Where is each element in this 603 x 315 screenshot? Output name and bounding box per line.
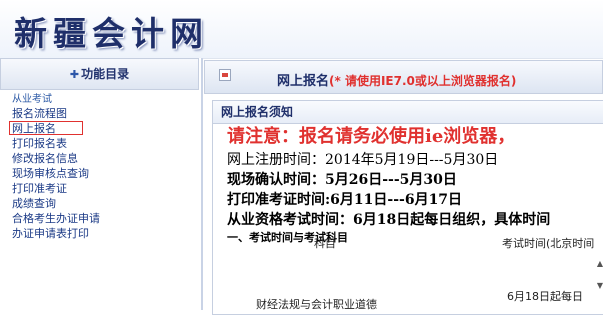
table-cell-time: 6月18日起每日 [507, 290, 583, 303]
sidebar: ✚ 功能目录 从业考试 报名流程图 网上报名 打印报名表 修改报名信息 现场审核点… [0, 58, 201, 310]
table-header-subject: 科目 [314, 237, 336, 250]
notice-panel: 网上报名须知 请注意：报名请务必使用ie浏览器， 网上注册时间：2014年5月1… [212, 100, 603, 315]
notice-body: 请注意：报名请务必使用ie浏览器， 网上注册时间：2014年5月19日---5月… [227, 123, 603, 246]
confirmation-time: 现场确认时间：5月26日---5月30日 [227, 172, 457, 188]
browser-warning: (* 请使用IE7.0或以上浏览器报名) [329, 74, 517, 88]
main-header: 网上报名(* 请使用IE7.0或以上浏览器报名) [204, 60, 603, 94]
table-header: 科目 考试时间(北京时间 [204, 232, 603, 252]
menu-item-review-sites[interactable]: 现场审核点查询 [12, 166, 200, 181]
page-title-text: 网上报名 [277, 74, 330, 89]
site-title: 新疆会计网 [14, 14, 209, 53]
main-content: 网上报名(* 请使用IE7.0或以上浏览器报名) 网上报名须知 请注意：报名请务… [204, 58, 603, 315]
table-row: 财经法规与会计职业道德 6月18日起每日 [204, 288, 603, 311]
menu-item-certificate-apply[interactable]: 合格考生办证申请 [12, 211, 200, 226]
sidebar-title: 功能目录 [81, 67, 130, 81]
table-header-time: 考试时间(北京时间 [502, 237, 595, 250]
arrow-icon: ✚ [69, 68, 80, 81]
menu-item-edit-info[interactable]: 修改报名信息 [12, 151, 200, 166]
alert-text: 请注意：报名请务必使用ie浏览器， [227, 126, 516, 147]
page-title: 网上报名(* 请使用IE7.0或以上浏览器报名) [277, 70, 516, 89]
menu-item-print-form[interactable]: 打印报名表 [12, 136, 200, 151]
menu-item-scores[interactable]: 成绩查询 [12, 196, 200, 211]
menu-item-print-application[interactable]: 办证申请表打印 [12, 226, 200, 241]
admission-print-time: 打印准考证时间:6月11日---6月17日 [227, 192, 463, 208]
divider [201, 58, 203, 310]
document-icon [219, 69, 231, 81]
scroll-down-icon[interactable]: ▼ [597, 281, 603, 290]
menu-item-print-admission[interactable]: 打印准考证 [12, 181, 200, 196]
menu-item-flowchart[interactable]: 报名流程图 [12, 106, 200, 121]
highlight-box [9, 121, 83, 135]
sidebar-menu: 从业考试 报名流程图 网上报名 打印报名表 修改报名信息 现场审核点查询 打印准… [9, 94, 200, 241]
menu-item-online-registration[interactable]: 网上报名 [9, 121, 200, 136]
scroll-up-icon[interactable]: ▲ [597, 259, 603, 268]
exam-time: 从业资格考试时间：6月18日起每日组织，具体时间 [227, 212, 551, 228]
registration-time: 网上注册时间：2014年5月19日---5月30日 [227, 152, 499, 168]
site-header: 新疆会计网 [0, 0, 603, 59]
menu-category: 从业考试 [12, 94, 52, 105]
sidebar-header: ✚ 功能目录 [0, 58, 199, 90]
notice-title: 网上报名须知 [213, 101, 603, 124]
scrollbar[interactable]: ▲ ▼ [596, 255, 603, 310]
